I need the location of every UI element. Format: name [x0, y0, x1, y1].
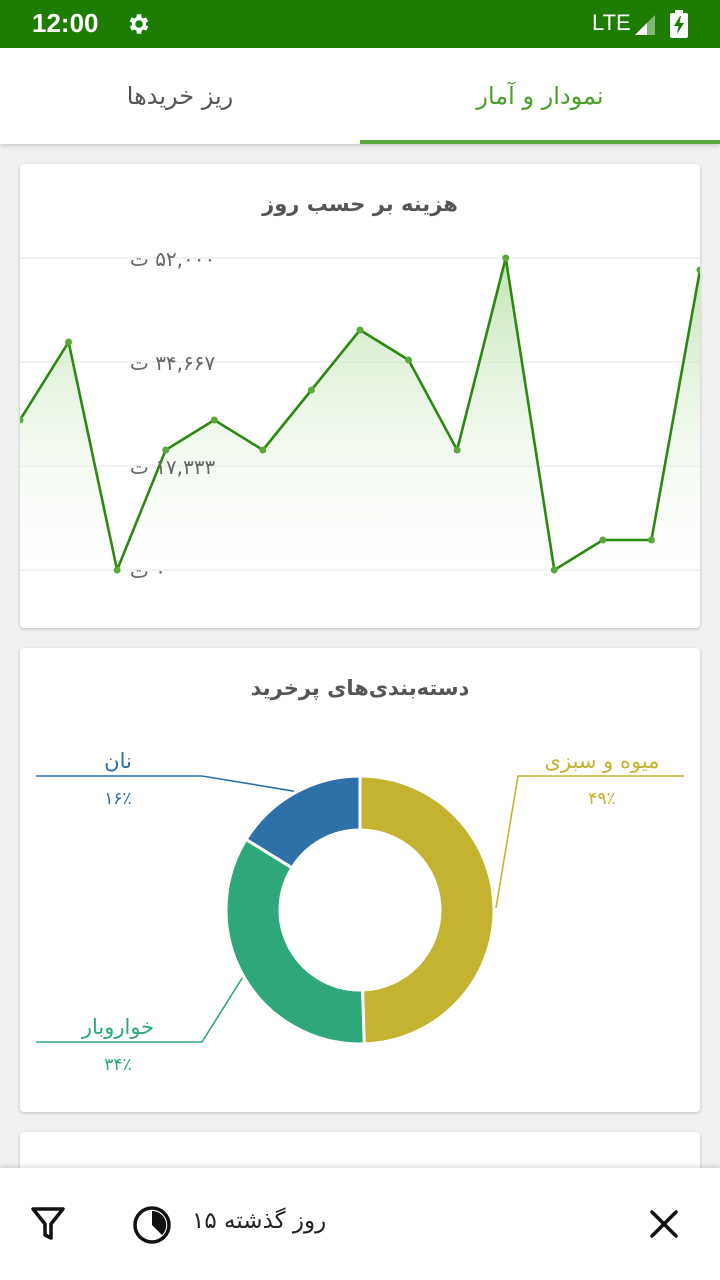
gear-icon [129, 14, 149, 34]
slice-value-label: ۱۶٪ [104, 789, 131, 809]
y-tick-label: ۵۲,۰۰۰ ت [130, 247, 215, 271]
slice-label: میوه و سبزی [545, 749, 660, 773]
line-point [453, 446, 461, 454]
line-point [113, 566, 121, 574]
line-point [65, 338, 73, 346]
clock-icon[interactable] [132, 1205, 172, 1245]
tab-purchases[interactable]: ریز خریدها [0, 48, 360, 144]
tab-bar: نمودار و آمار ریز خریدها [0, 48, 720, 144]
line-point [259, 446, 267, 454]
y-tick-label: ۰ ت [130, 559, 166, 583]
line-point [356, 326, 364, 334]
date-range-label[interactable]: ۱۵ روز گذشته [192, 1208, 326, 1234]
line-point [307, 386, 315, 394]
slice-value-label: ۴۹٪ [588, 789, 615, 809]
slice-label: نان [104, 749, 132, 773]
filter-icon[interactable] [30, 1205, 66, 1243]
tab-charts[interactable]: نمودار و آمار [360, 48, 720, 144]
donut-slice [358, 774, 496, 1046]
line-point [162, 446, 170, 454]
bottom-filter-bar [0, 1168, 720, 1280]
status-bar: 12:00 LTE [0, 0, 720, 48]
active-tab-indicator [360, 140, 720, 144]
network-type: LTE [592, 10, 631, 35]
signal-icon [635, 15, 655, 35]
line-point [647, 536, 655, 544]
status-time: 12:00 [32, 8, 99, 38]
y-tick-label: ۱۷,۳۳۳ ت [130, 455, 216, 479]
line-point [550, 566, 558, 574]
top-categories-donut-chart: میوه و سبزی ۴۹٪ خواروبار ۳۴٪ نان ۱۶٪ [36, 749, 684, 1075]
daily-cost-card: هزینه بر حسب روز ۰ ت ۱۷,۳۳۳ ت ۳۴,۶۶۷ ت ۵۲,۰… [20, 164, 700, 628]
close-icon[interactable] [648, 1208, 680, 1240]
y-tick-label: ۳۴,۶۶۷ ت [130, 351, 216, 375]
daily-cost-line-chart: ۰ ت ۱۷,۳۳۳ ت ۳۴,۶۶۷ ت ۵۲,۰۰۰ ت [20, 247, 700, 583]
top-categories-card: دسته‌بندی‌های پرخرید میوه و سبزی ۴۹٪ خوارو… [20, 648, 700, 1112]
donut-slice [224, 837, 366, 1046]
battery-charging-icon [670, 10, 688, 38]
line-point [599, 536, 607, 544]
line-point [210, 416, 218, 424]
line-point [405, 356, 413, 364]
line-point [696, 266, 700, 274]
leader-line [36, 775, 295, 792]
slice-value-label: ۳۴٪ [104, 1055, 131, 1075]
slice-label: خواروبار [81, 1015, 154, 1039]
line-area-fill [20, 258, 700, 570]
line-point [502, 254, 510, 262]
